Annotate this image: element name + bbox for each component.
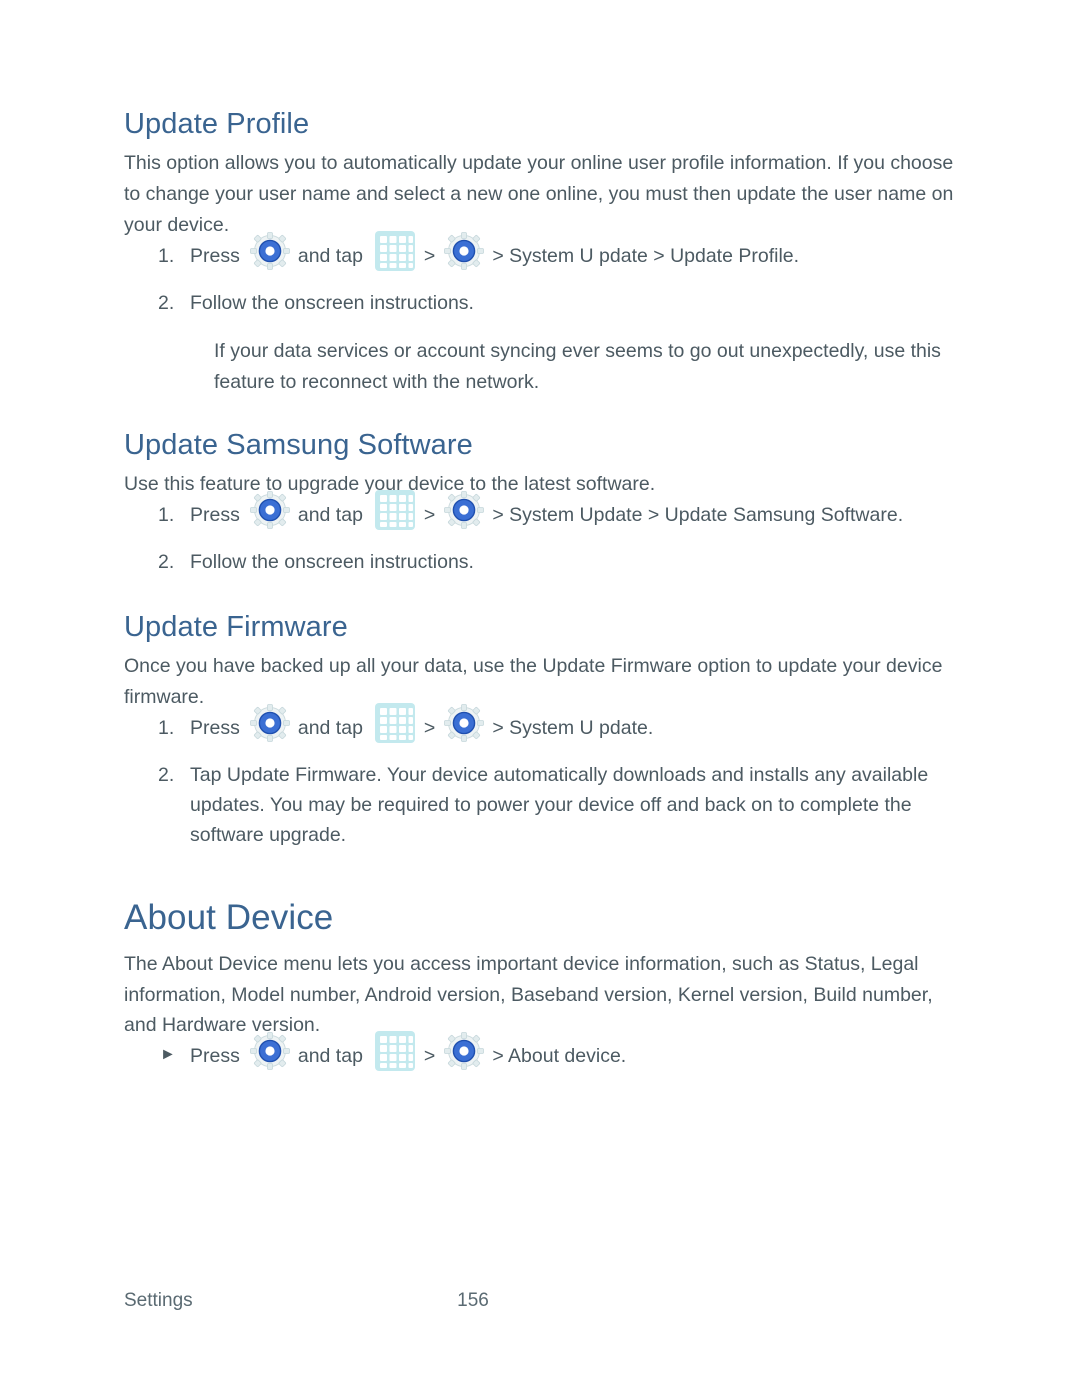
step-text-between: and tap bbox=[297, 1045, 363, 1068]
triangle-bullet-icon: ► bbox=[160, 1046, 176, 1064]
page-content: Update Profile This option allows you to… bbox=[124, 108, 962, 1071]
settings-gear-icon[interactable] bbox=[248, 702, 292, 744]
heading-update-profile: Update Profile bbox=[124, 108, 310, 140]
step-content: Press and tap > > About device. bbox=[190, 1030, 962, 1071]
paragraph-update-profile-intro: This option allows you to automatically … bbox=[124, 152, 954, 237]
settings-gear-icon[interactable] bbox=[248, 489, 292, 531]
apps-grid-icon[interactable] bbox=[371, 228, 419, 274]
footer-page-number: 156 bbox=[457, 1290, 489, 1311]
document-page: Update Profile This option allows you to… bbox=[0, 0, 1080, 1397]
step-item: 2. Tap Update Firmware. Your device auto… bbox=[124, 760, 962, 851]
step-text-before: Press bbox=[190, 716, 240, 739]
step-item: ► Press and tap > > About device. bbox=[124, 1030, 962, 1071]
step-text-before: Press bbox=[190, 244, 240, 267]
paragraph-about-device-intro: The About Device menu lets you access im… bbox=[124, 952, 933, 1037]
settings-gear-icon[interactable] bbox=[248, 230, 292, 272]
step-marker: 1. bbox=[158, 504, 175, 527]
step-text-after: > System U pdate > Update Profile. bbox=[492, 244, 800, 267]
steps-update-firmware: 1. Press and tap > > System U pdate. 2. Tap… bbox=[124, 702, 962, 851]
step-text: Tap Update Firmware. Your device automat… bbox=[190, 763, 929, 847]
settings-gear-icon[interactable] bbox=[442, 230, 486, 272]
step-text: Follow the onscreen instructions. bbox=[190, 551, 474, 574]
settings-gear-icon[interactable] bbox=[442, 1030, 486, 1072]
chevron-separator-icon: > bbox=[423, 244, 436, 267]
step-item: 1. Press and tap > > System Update > Update… bbox=[124, 490, 962, 530]
step-text-between: and tap bbox=[297, 244, 363, 267]
section-update-samsung-software: Update Samsung Software Use this feature… bbox=[124, 429, 962, 578]
step-item: 1. Press and tap > > System U pdate > Updat… bbox=[124, 230, 962, 271]
step-text-between: and tap bbox=[297, 716, 363, 739]
chevron-separator-icon: > bbox=[423, 716, 436, 739]
step-marker: 2. bbox=[158, 763, 175, 786]
section-update-profile: Update Profile This option allows you to… bbox=[124, 108, 962, 398]
step-text-after: > System U pdate. bbox=[492, 716, 654, 739]
chevron-separator-icon: > bbox=[423, 504, 436, 527]
apps-grid-icon[interactable] bbox=[371, 700, 419, 746]
step-content: Press and tap > > System Update > Update Sa… bbox=[190, 490, 962, 530]
step-text-after: > System Update > Update Samsung Softwar… bbox=[492, 504, 904, 527]
step-marker: 1. bbox=[158, 716, 175, 739]
steps-about-device: ► Press and tap > > About device. bbox=[124, 1030, 962, 1071]
heading-update-samsung-software: Update Samsung Software bbox=[124, 428, 473, 461]
step-text-after: > About device. bbox=[492, 1045, 627, 1068]
step-item: 1. Press and tap > > System U pdate. bbox=[124, 702, 962, 743]
heading-about-device: About Device bbox=[124, 897, 334, 937]
step-item: 2. Follow the onscreen instructions. bbox=[124, 288, 962, 318]
apps-grid-icon[interactable] bbox=[371, 1028, 419, 1074]
section-about-device: About Device The About Device menu lets … bbox=[124, 898, 962, 1072]
step-marker: 2. bbox=[158, 551, 175, 574]
step-item: 2. Follow the onscreen instructions. bbox=[124, 547, 962, 577]
paragraph-update-profile-note: If your data services or account syncing… bbox=[214, 340, 941, 394]
heading-update-firmware: Update Firmware bbox=[124, 610, 348, 643]
step-text-before: Press bbox=[190, 504, 240, 527]
step-text-between: and tap bbox=[297, 504, 363, 527]
settings-gear-icon[interactable] bbox=[442, 702, 486, 744]
page-footer: Settings 156 bbox=[124, 1288, 962, 1314]
steps-update-samsung-software: 1. Press and tap > > System Update > Update… bbox=[124, 490, 962, 577]
step-text: Follow the onscreen instructions. bbox=[190, 292, 474, 315]
step-marker: 1. bbox=[158, 244, 175, 267]
step-text-before: Press bbox=[190, 1045, 240, 1068]
steps-update-profile: 1. Press and tap > > System U pdate > Updat… bbox=[124, 230, 962, 318]
chevron-separator-icon: > bbox=[423, 1045, 436, 1068]
step-marker: 2. bbox=[158, 292, 175, 315]
section-update-firmware: Update Firmware Once you have backed up … bbox=[124, 611, 962, 851]
step-content: Press and tap > > System U pdate. bbox=[190, 702, 962, 743]
settings-gear-icon[interactable] bbox=[248, 1030, 292, 1072]
step-content: Press and tap > > System U pdate > Update P… bbox=[190, 230, 962, 271]
apps-grid-icon[interactable] bbox=[371, 487, 419, 533]
settings-gear-icon[interactable] bbox=[442, 489, 486, 531]
